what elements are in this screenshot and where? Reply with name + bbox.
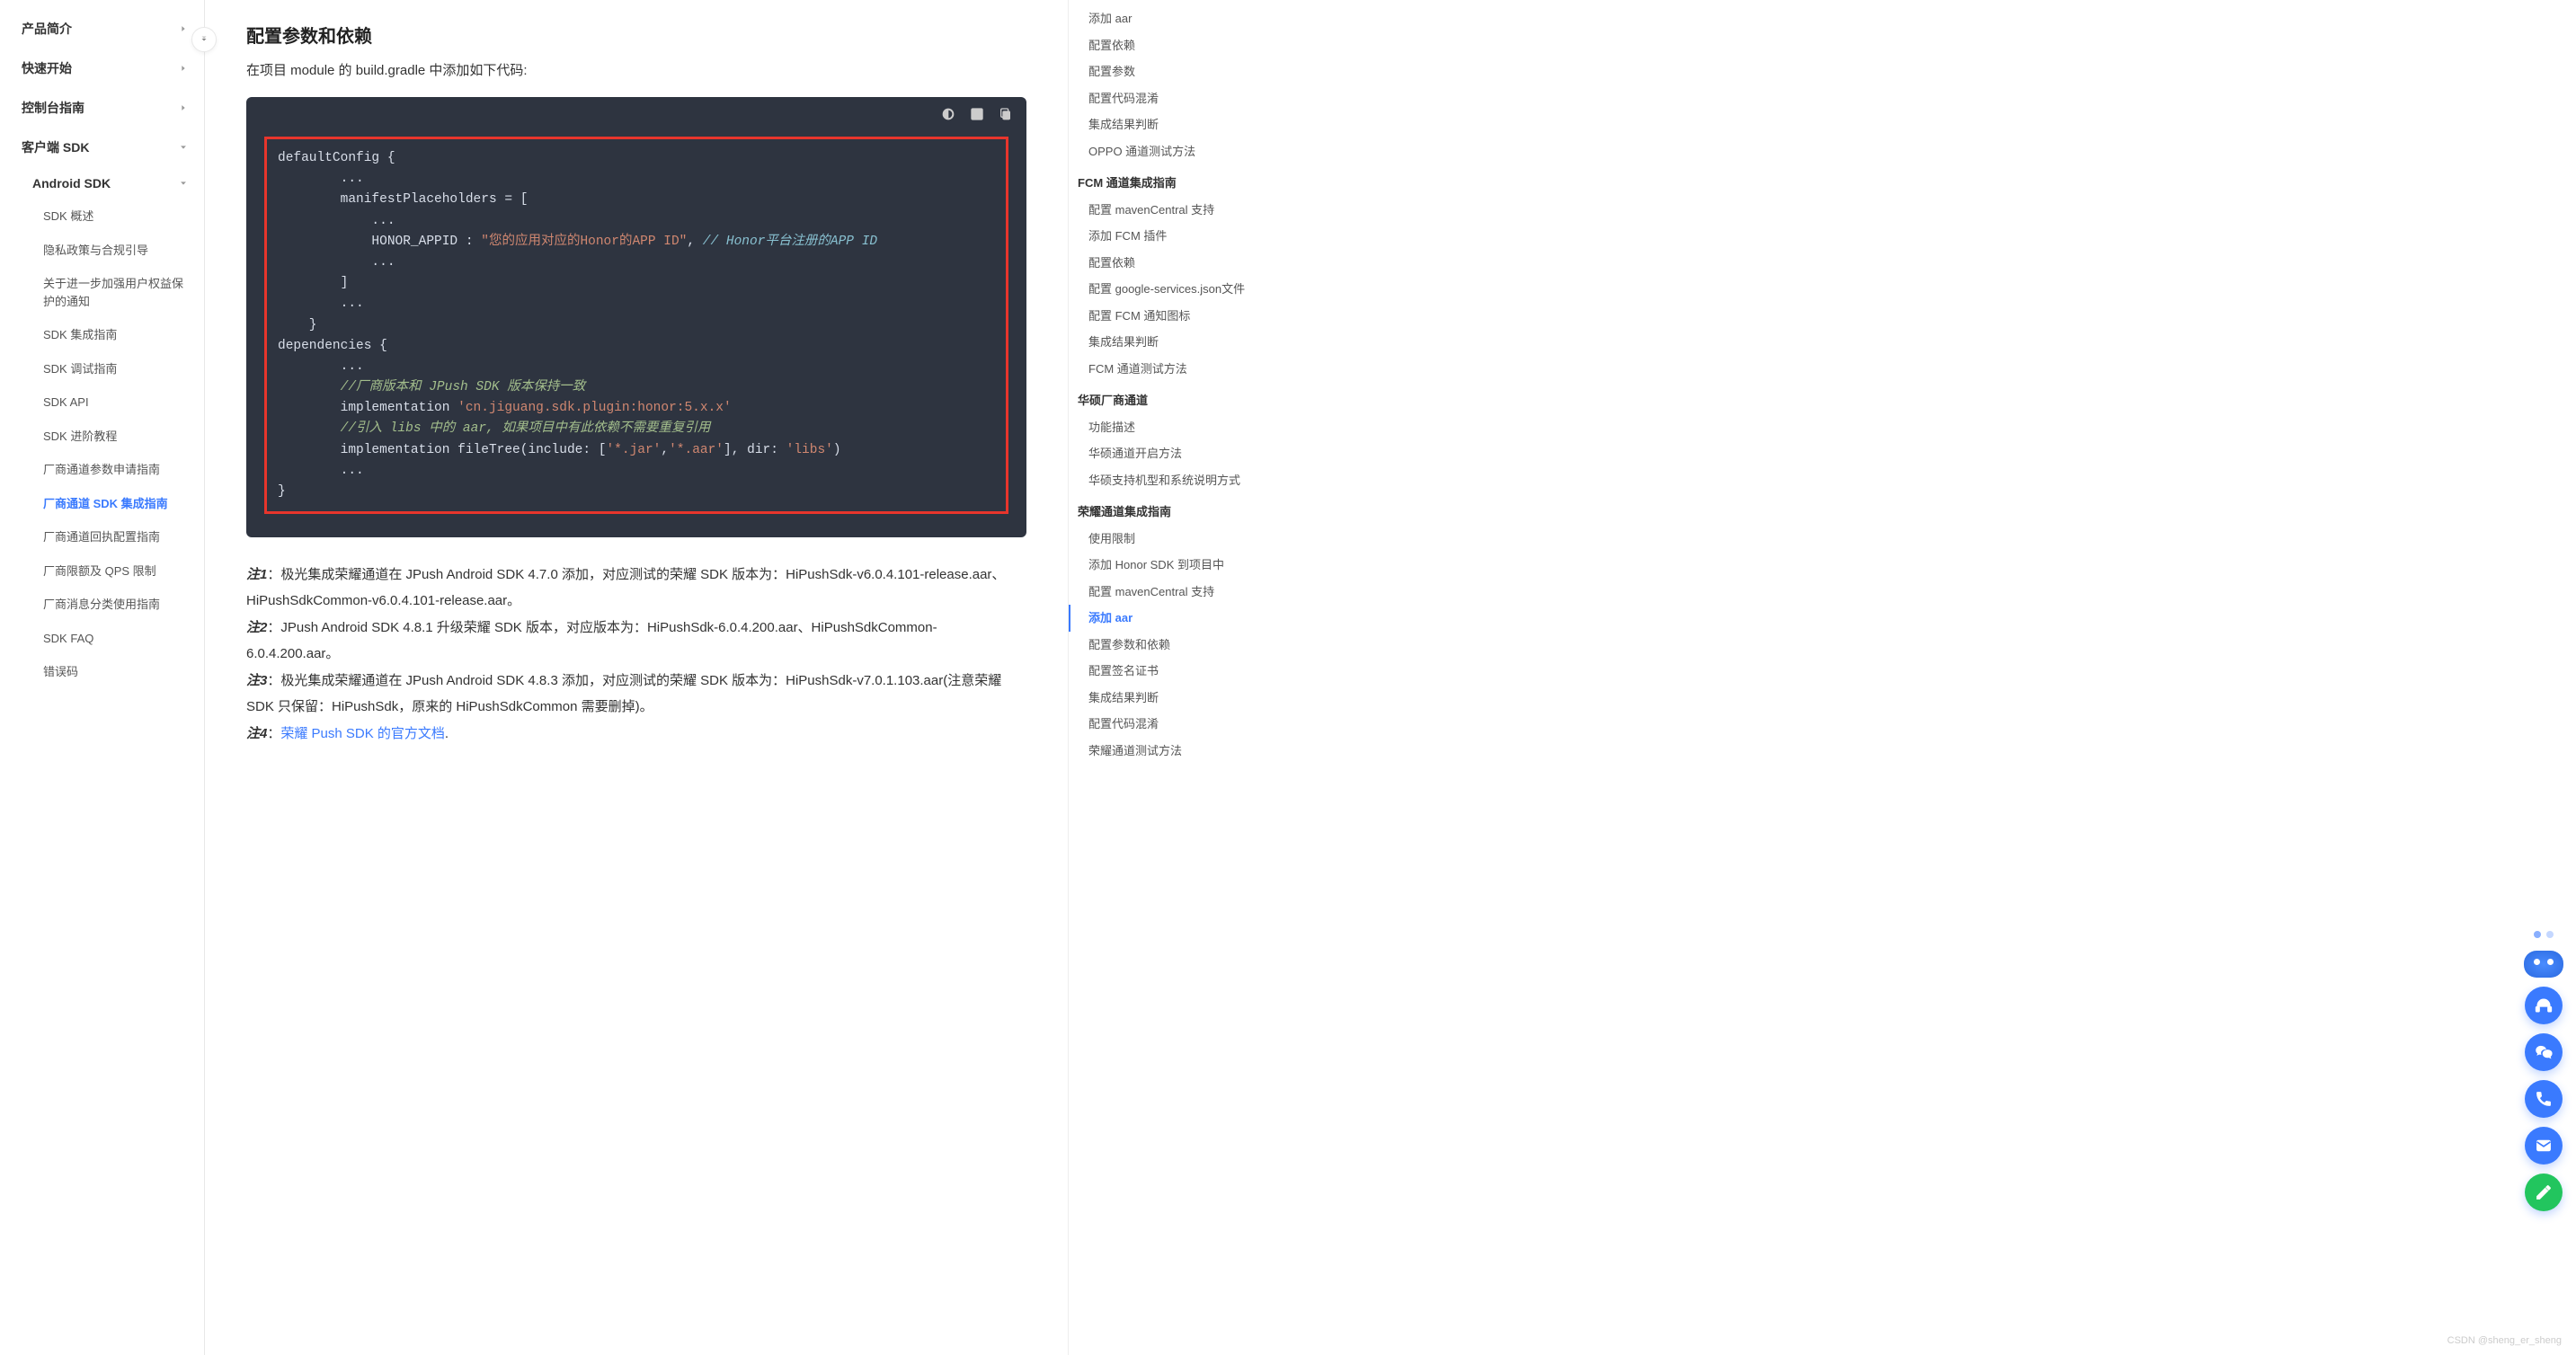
toc-item[interactable]: 添加 FCM 插件 [1069,223,1282,250]
toc-item[interactable]: 荣耀通道测试方法 [1069,738,1282,765]
nav-product-intro[interactable]: 产品简介 [0,9,204,49]
nav-client-sdk[interactable]: 客户端 SDK [0,128,204,167]
toc-item[interactable]: 荣耀通道集成指南 [1069,499,1282,526]
copy-icon[interactable] [998,106,1014,122]
email-button[interactable] [2525,1127,2563,1165]
phone-button[interactable] [2525,1080,2563,1118]
code-content: defaultConfig { ... manifestPlaceholders… [278,148,995,502]
toc-item[interactable]: 集成结果判断 [1069,685,1282,712]
toc-item[interactable]: 配置代码混淆 [1069,85,1282,112]
nav-label: Android SDK [32,176,111,190]
sidebar-item[interactable]: SDK 进阶教程 [43,420,204,454]
toc-item[interactable]: 配置签名证书 [1069,658,1282,685]
sidebar-item[interactable]: 错误码 [43,655,204,689]
sidebar-item[interactable]: 关于进一步加强用户权益保护的通知 [43,267,204,318]
nav-console-guide[interactable]: 控制台指南 [0,88,204,128]
toc-item[interactable]: 添加 aar [1069,605,1282,632]
sidebar-item[interactable]: SDK 集成指南 [43,318,204,352]
toc-item[interactable]: 配置依赖 [1069,32,1282,59]
toc-item[interactable]: 华硕通道开启方法 [1069,440,1282,467]
wrap-toggle-icon[interactable] [969,106,985,122]
sidebar-item[interactable]: SDK API [43,385,204,420]
nav-quick-start[interactable]: 快速开始 [0,49,204,88]
right-toc: 添加 aar配置依赖配置参数配置代码混淆集成结果判断OPPO 通道测试方法FCM… [1068,0,1282,1355]
toc-item[interactable]: 配置依赖 [1069,250,1282,277]
toc-item[interactable]: 配置 mavenCentral 支持 [1069,197,1282,224]
toc-item[interactable]: 配置 FCM 通知图标 [1069,303,1282,330]
sidebar-item[interactable]: 厂商通道回执配置指南 [43,520,204,554]
support-headset-button[interactable] [2525,987,2563,1024]
code-highlighted-region: defaultConfig { ... manifestPlaceholders… [264,137,1008,514]
toc-item[interactable]: 功能描述 [1069,414,1282,441]
chatbot-avatar-icon[interactable] [2524,951,2563,978]
nav-label: 客户端 SDK [22,138,89,156]
toc-item[interactable]: 华硕厂商通道 [1069,387,1282,414]
wechat-button[interactable] [2525,1033,2563,1071]
code-block: defaultConfig { ... manifestPlaceholders… [246,97,1026,537]
chatbot-dots-icon [2534,931,2554,938]
toc-item[interactable]: 华硕支持机型和系统说明方式 [1069,467,1282,494]
section-heading: 配置参数和依赖 [246,22,1026,48]
sidebar-item[interactable]: 厂商限额及 QPS 限制 [43,554,204,589]
sidebar-item[interactable]: SDK FAQ [43,622,204,656]
toc-item[interactable]: 配置代码混淆 [1069,711,1282,738]
collapse-sidebar-button[interactable] [191,27,217,52]
toc-item[interactable]: 添加 Honor SDK 到项目中 [1069,552,1282,579]
note-3: 注3：极光集成荣耀通道在 JPush Android SDK 4.8.3 添加，… [246,669,1026,720]
toc-item[interactable]: 配置参数和依赖 [1069,632,1282,659]
nav-label: 产品简介 [22,20,72,38]
nav-label: 控制台指南 [22,99,84,117]
nav-android-sdk[interactable]: Android SDK [32,167,204,199]
note-2: 注2：JPush Android SDK 4.8.1 升级荣耀 SDK 版本，对… [246,616,1026,667]
toc-item[interactable]: 添加 aar [1069,5,1282,32]
toc-item[interactable]: 配置 google-services.json文件 [1069,276,1282,303]
sidebar-item[interactable]: 隐私政策与合规引导 [43,234,204,268]
toc-item[interactable]: OPPO 通道测试方法 [1069,138,1282,165]
theme-toggle-icon[interactable] [940,106,956,122]
toc-item[interactable]: 使用限制 [1069,526,1282,553]
sidebar-item[interactable]: 厂商消息分类使用指南 [43,588,204,622]
toc-item[interactable]: 配置 mavenCentral 支持 [1069,579,1282,606]
sidebar-item[interactable]: SDK 概述 [43,199,204,234]
toc-item[interactable]: FCM 通道集成指南 [1069,170,1282,197]
sidebar-item[interactable]: SDK 调试指南 [43,352,204,386]
note-4: 注4：荣耀 Push SDK 的官方文档. [246,722,1026,748]
edit-feedback-button[interactable] [2525,1173,2563,1211]
honor-push-sdk-link[interactable]: 荣耀 Push SDK 的官方文档 [280,726,445,741]
section-desc: 在项目 module 的 build.gradle 中添加如下代码: [246,60,1026,79]
watermark-text: CSDN @sheng_er_sheng [2447,1335,2562,1346]
sidebar-item[interactable]: 厂商通道 SDK 集成指南 [43,487,204,521]
notes-section: 注1：极光集成荣耀通道在 JPush Android SDK 4.7.0 添加，… [246,562,1026,748]
main-content: 配置参数和依赖 在项目 module 的 build.gradle 中添加如下代… [205,0,1068,1355]
sidebar-item[interactable]: 厂商通道参数申请指南 [43,453,204,487]
note-1: 注1：极光集成荣耀通道在 JPush Android SDK 4.7.0 添加，… [246,562,1026,614]
toc-item[interactable]: 集成结果判断 [1069,329,1282,356]
left-sidebar: 产品简介 快速开始 控制台指南 客户端 SDK Android SDK SDK … [0,0,205,1355]
nav-label: 快速开始 [22,59,72,77]
toc-item[interactable]: FCM 通道测试方法 [1069,356,1282,383]
toc-item[interactable]: 配置参数 [1069,58,1282,85]
toc-item[interactable]: 集成结果判断 [1069,111,1282,138]
float-widget-stack [2524,931,2563,1211]
